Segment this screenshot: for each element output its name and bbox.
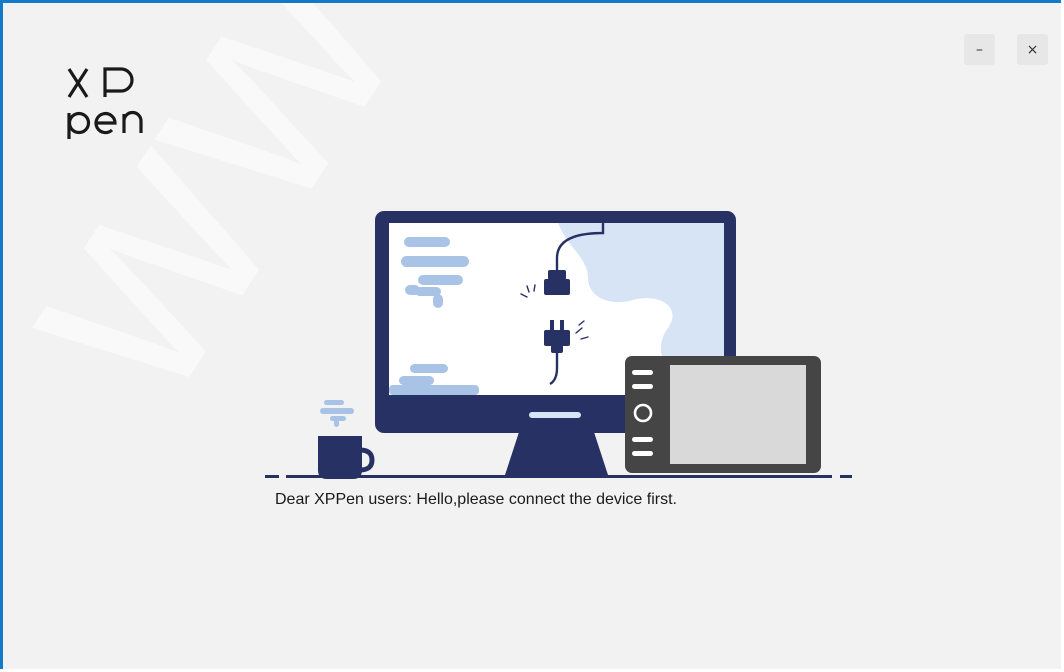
close-icon: × [1026, 41, 1039, 58]
xppen-logo: XP pen [67, 67, 143, 139]
minimize-icon: – [976, 41, 983, 58]
close-button[interactable]: × [1017, 34, 1048, 65]
drawing-tablet-icon [625, 356, 821, 473]
app-window: www.XP XP pen – × [0, 0, 1061, 669]
connect-device-message: Dear XPPen users: Hello,please connect t… [275, 491, 677, 508]
minimize-button[interactable]: – [964, 34, 995, 65]
coffee-mug-icon [318, 400, 375, 479]
connect-device-illustration [265, 211, 852, 479]
